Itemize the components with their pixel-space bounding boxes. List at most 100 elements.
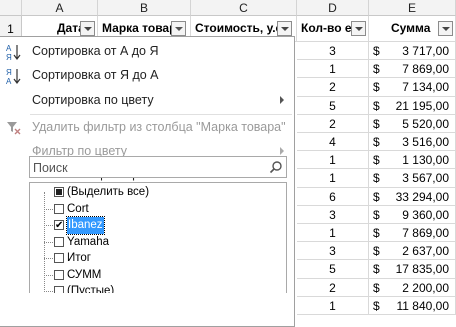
qty-cell[interactable]: 3 [297, 205, 369, 224]
filter-dropdown-sum[interactable] [438, 21, 453, 36]
sum-value: 21 195,00 [395, 98, 449, 113]
filter-checkbox[interactable] [54, 286, 64, 293]
sort-desc-icon: ЯА [5, 67, 23, 86]
column-header-c[interactable]: C [191, 0, 297, 16]
filter-item-label: Итог [67, 252, 91, 264]
currency-symbol: $ [373, 98, 380, 113]
filter-list-item[interactable]: Итог [30, 250, 286, 267]
currency-symbol: $ [373, 226, 380, 240]
sum-value: 11 840,00 [396, 298, 450, 313]
filter-search-input[interactable] [30, 157, 265, 179]
menu-sort-desc[interactable]: ЯА Сортировка от Я до А [0, 63, 294, 87]
filter-checkbox[interactable] [54, 269, 64, 280]
menu-sort-asc[interactable]: АЯ Сортировка от А до Я [0, 39, 294, 63]
filter-dropdown-qty[interactable] [351, 21, 366, 36]
qty-cell[interactable]: 1 [297, 169, 369, 188]
tree-line [44, 208, 53, 210]
header-qty-label: Кол-во е [301, 21, 352, 35]
filter-item-label: Yamaha [67, 235, 109, 248]
filter-checkbox[interactable] [54, 203, 64, 214]
header-sum-label: Сумма [391, 21, 431, 35]
filter-checkbox[interactable] [54, 253, 64, 263]
currency-symbol: $ [373, 171, 380, 186]
column-header-b[interactable]: B [98, 0, 191, 16]
filter-search-box[interactable] [29, 156, 287, 179]
sum-cell[interactable]: $21 195,00 [369, 96, 456, 115]
sum-value: 2 637,00 [402, 244, 449, 259]
menu-sort-by-color[interactable]: Сортировка по цвету [0, 88, 294, 112]
qty-cell[interactable]: 5 [297, 96, 369, 115]
qty-cell[interactable]: 1 [297, 224, 369, 243]
column-header-a[interactable]: A [22, 0, 98, 16]
sum-cell[interactable]: $11 840,00 [369, 296, 456, 315]
filter-checkbox[interactable] [54, 236, 64, 247]
qty-cell[interactable]: 4 [297, 133, 369, 152]
qty-value: 3 [329, 244, 336, 259]
qty-cell[interactable]: 5 [297, 260, 369, 279]
header-cell-qty[interactable]: Кол-во е [297, 16, 369, 42]
qty-value: 3 [329, 44, 336, 58]
sum-cell[interactable]: $3 516,00 [369, 133, 456, 152]
qty-value: 1 [329, 171, 336, 186]
qty-cell[interactable]: 6 [297, 187, 369, 206]
autofilter-menu: АЯ Сортировка от А до Я ЯА Сортировка от… [0, 36, 295, 327]
currency-symbol: $ [373, 262, 380, 277]
qty-cell[interactable]: 1 [297, 151, 369, 170]
svg-text:А: А [6, 77, 12, 85]
sum-value: 3 717,00 [402, 44, 449, 58]
submenu-arrow-icon [280, 96, 284, 104]
sum-cell[interactable]: $5 520,00 [369, 114, 456, 133]
filter-dropdown-brand[interactable] [171, 21, 186, 36]
sum-value: 7 869,00 [402, 62, 449, 77]
qty-cell[interactable]: 2 [297, 278, 369, 297]
sum-cell[interactable]: $7 869,00 [369, 60, 456, 79]
svg-text:Я: Я [6, 53, 12, 61]
filter-dropdown-cost[interactable] [277, 21, 292, 36]
spreadsheet: A B C D E 1 Дата Марка товара Стоимость,… [0, 0, 456, 327]
currency-symbol: $ [373, 116, 380, 131]
filter-list-item[interactable]: СУММ [30, 267, 286, 284]
sum-cell[interactable]: $7 869,00 [369, 224, 456, 243]
sum-cell[interactable]: $9 360,00 [369, 205, 456, 224]
sum-cell[interactable]: $33 294,00 [369, 187, 456, 206]
qty-cell[interactable]: 1 [297, 60, 369, 79]
filter-dropdown-date[interactable] [80, 21, 95, 36]
qty-cell[interactable]: 3 [297, 42, 369, 61]
sum-cell[interactable]: $2 637,00 [369, 242, 456, 261]
menu-clear-filter[interactable]: Удалить фильтр из столбца "Марка товара" [0, 115, 294, 139]
filter-list-item[interactable]: Yamaha [30, 234, 286, 251]
sum-cell[interactable]: $3 717,00 [369, 42, 456, 61]
sum-cell[interactable]: $3 567,00 [369, 169, 456, 188]
qty-cell[interactable]: 3 [297, 242, 369, 261]
filter-list-item[interactable]: (Выделить все) [30, 184, 286, 201]
filter-list-item[interactable]: Cort [30, 201, 286, 218]
filter-list-item[interactable]: Ibanez [30, 216, 286, 235]
qty-cell[interactable]: 1 [297, 296, 369, 315]
svg-text:Я: Я [6, 68, 12, 77]
filter-list-item[interactable]: (Пустые) [30, 283, 286, 293]
sum-cell[interactable]: $2 200,00 [369, 278, 456, 297]
filter-item-label: (Пустые) [67, 285, 115, 293]
qty-value: 1 [329, 298, 336, 313]
currency-symbol: $ [373, 80, 380, 95]
filter-value-list: (Выделить все) CortIbanezYamaha Итог СУММ (П… [29, 182, 287, 293]
menu-sort-color-label: Сортировка по цвету [32, 93, 154, 107]
sum-value: 9 360,00 [402, 207, 449, 222]
qty-cell[interactable]: 2 [297, 114, 369, 133]
column-header-e[interactable]: E [369, 0, 456, 16]
sum-cell[interactable]: $1 130,00 [369, 151, 456, 170]
qty-value: 1 [329, 226, 336, 240]
qty-value: 3 [329, 207, 336, 222]
sum-cell[interactable]: $17 835,00 [369, 260, 456, 279]
filter-checkbox[interactable] [54, 217, 64, 234]
qty-cell[interactable]: 2 [297, 78, 369, 97]
currency-symbol: $ [373, 244, 380, 259]
sum-cell[interactable]: $7 134,00 [369, 78, 456, 97]
column-header-d[interactable]: D [297, 0, 369, 16]
menu-sort-desc-label: Сортировка от Я до А [32, 68, 159, 82]
qty-value: 2 [329, 280, 336, 295]
filter-checkbox[interactable] [54, 187, 64, 197]
header-cell-sum[interactable]: Сумма [369, 16, 456, 42]
sum-value: 3 516,00 [402, 135, 449, 149]
select-all-corner[interactable] [0, 0, 22, 16]
